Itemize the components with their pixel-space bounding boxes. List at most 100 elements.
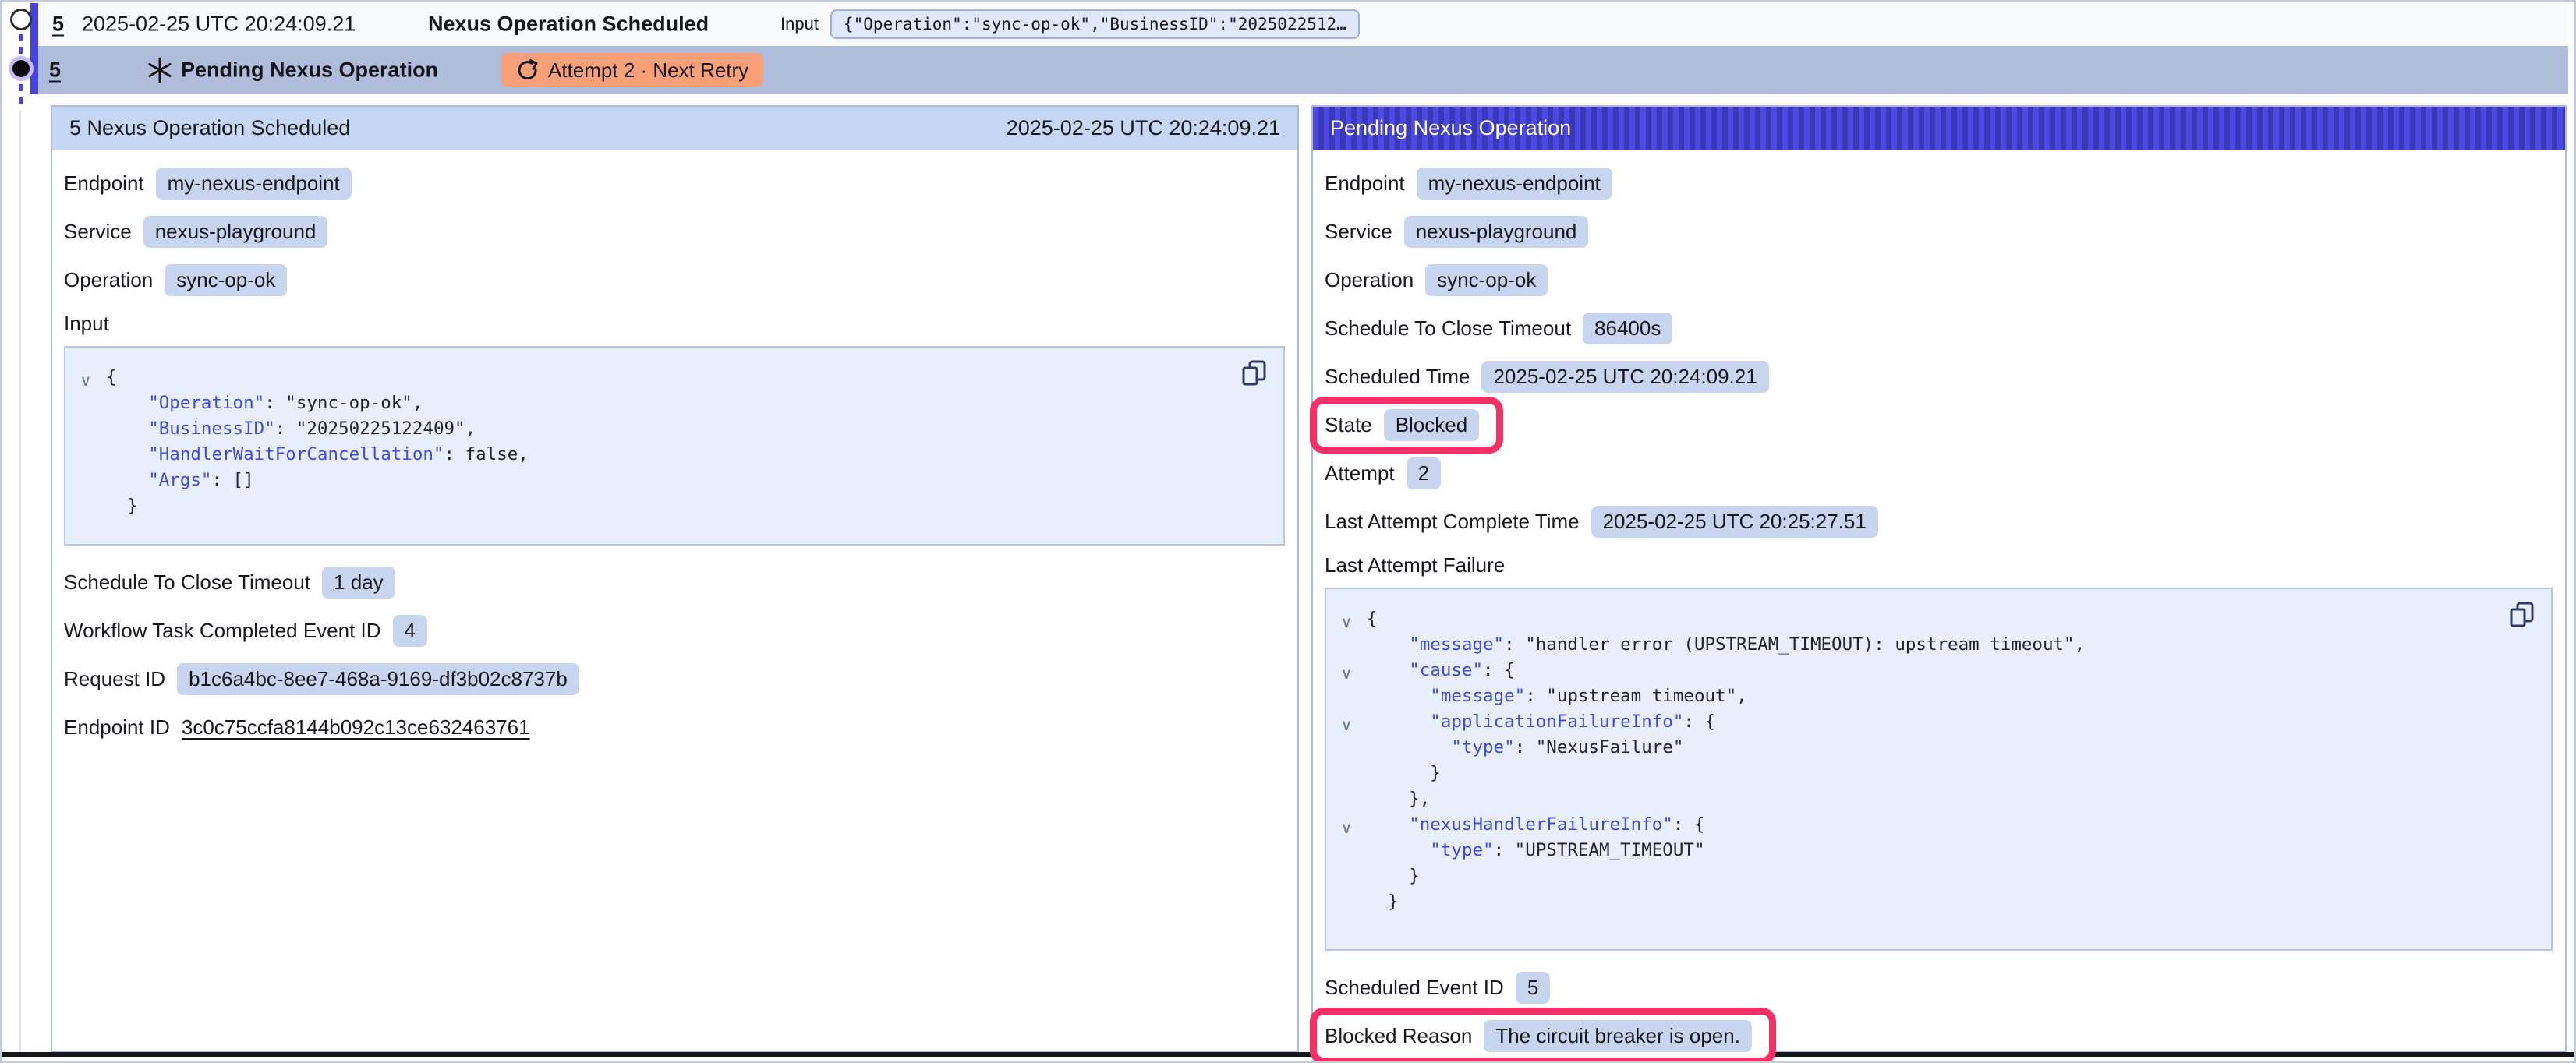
field-list: Scheduled Event ID 5 Blocked Reason The cir…	[1325, 971, 2553, 1063]
field-value-badge: sync-op-ok	[1425, 264, 1548, 296]
field-row-schedule-to-close-timeout: Schedule To Close Timeout 1 day	[64, 566, 1285, 599]
field-value-link[interactable]: 3c0c75ccfa8144b092c13ce632463761	[182, 715, 530, 740]
field-value-badge: 2025-02-25 UTC 20:25:27.51	[1591, 506, 1878, 538]
field-label: Request ID	[64, 667, 165, 691]
annotation-highlight-box: State Blocked	[1310, 397, 1503, 454]
field-label: Endpoint ID	[64, 715, 170, 740]
field-value-badge: 1 day	[322, 567, 395, 599]
event-row-nexus-operation-scheduled[interactable]: 5 2025-02-25 UTC 20:24:09.21 Nexus Opera…	[38, 3, 2568, 44]
json-line: }	[106, 493, 138, 519]
panel-header: Pending Nexus Operation	[1313, 107, 2565, 150]
event-row-pending-nexus-operation[interactable]: 5 Pending Nexus Operation Attempt 2 · Ne…	[38, 46, 2568, 94]
json-line: "message": "handler error (UPSTREAM_TIME…	[1367, 632, 2085, 658]
field-list: Schedule To Close Timeout 1 day Workflow T…	[64, 566, 1285, 744]
event-detail-panel-scheduled: 5 Nexus Operation Scheduled 2025-02-25 U…	[51, 105, 1299, 1052]
timeline-open-circle-icon	[10, 9, 32, 30]
field-value-badge: b1c6a4bc-8ee7-468a-9169-df3b02c8737b	[177, 663, 579, 695]
event-id-link[interactable]: 5	[52, 12, 64, 36]
field-label: Attempt	[1325, 461, 1395, 486]
field-value-badge: Blocked	[1384, 409, 1480, 441]
chevron-down-icon[interactable]: ∨	[1326, 713, 1367, 739]
json-line: {	[1367, 606, 1378, 632]
json-line: "Operation": "sync-op-ok",	[106, 390, 423, 416]
asterisk-icon	[146, 56, 174, 84]
field-label: Blocked Reason	[1325, 1024, 1472, 1048]
json-line: }	[1367, 889, 1399, 915]
field-label: Workflow Task Completed Event ID	[64, 619, 381, 643]
copy-icon[interactable]	[2504, 599, 2539, 633]
field-value-badge: 2	[1407, 457, 1441, 489]
field-row-schedule-to-close-timeout: Schedule To Close Timeout 86400s	[1325, 312, 2553, 345]
field-row-endpoint: Endpoint my-nexus-endpoint	[64, 167, 1285, 200]
field-label: Service	[64, 220, 132, 244]
field-row-operation: Operation sync-op-ok	[1325, 263, 2553, 297]
chevron-down-icon[interactable]: ∨	[65, 369, 106, 394]
field-row-service: Servicenexus-playground	[1325, 215, 2553, 249]
field-label: Scheduled Event ID	[1325, 976, 1504, 1000]
field-value-badge: 86400s	[1583, 313, 1672, 344]
field-value-badge: sync-op-ok	[165, 264, 287, 296]
timeline-dashed-connector	[19, 84, 23, 109]
field-value-badge: my-nexus-endpoint	[156, 168, 352, 200]
annotation-highlight-box: Blocked Reason The circuit breaker is ope…	[1310, 1008, 1776, 1063]
panel-title: 5 Nexus Operation Scheduled	[69, 116, 350, 140]
field-row-blocked-reason: Blocked Reason The circuit breaker is ope…	[1325, 1019, 1752, 1053]
event-timestamp: 2025-02-25 UTC 20:24:09.21	[82, 12, 356, 36]
json-line: "type": "UPSTREAM_TIMEOUT"	[1367, 838, 1705, 863]
chevron-down-icon[interactable]: ∨	[1326, 610, 1367, 636]
json-line: {	[106, 365, 117, 390]
input-json-viewer: ∨{ "Operation": "sync-op-ok", "BusinessI…	[64, 346, 1285, 546]
field-label: Last Attempt Complete Time	[1325, 510, 1580, 534]
field-row-last-attempt-complete-time: Last Attempt Complete Time 2025-02-25 UTC…	[1325, 505, 2553, 539]
field-value-badge: 5	[1516, 972, 1550, 1004]
field-row-workflow-task-completed-event-id: Workflow Task Completed Event ID 4	[64, 614, 1285, 648]
field-value-badge: nexus-playground	[143, 216, 328, 248]
json-line: "cause": {	[1367, 658, 1515, 683]
chevron-down-icon[interactable]: ∨	[1326, 662, 1367, 687]
panel-title: Pending Nexus Operation	[1330, 116, 1571, 140]
timeline-filled-circle-icon	[9, 56, 34, 81]
field-label: Scheduled Time	[1325, 365, 1470, 389]
field-row-scheduled-time: Scheduled Time 2025-02-25 UTC 20:24:09.21	[1325, 360, 2553, 394]
json-line: "Args": []	[106, 468, 254, 493]
field-label: Schedule To Close Timeout	[64, 570, 310, 595]
pending-title: Pending Nexus Operation	[181, 58, 438, 83]
field-row-attempt: Attempt 2	[1325, 457, 2553, 490]
json-line: "type": "NexusFailure"	[1367, 735, 1683, 761]
json-line: }	[1367, 863, 1420, 889]
field-row-state: State Blocked	[1325, 408, 1479, 442]
input-preview-chip[interactable]: {"Operation":"sync-op-ok","BusinessID":"…	[830, 9, 1360, 39]
field-row-endpoint: Endpoint my-nexus-endpoint	[1325, 167, 2553, 200]
json-line: "BusinessID": "20250225122409",	[106, 416, 476, 442]
field-value-badge: my-nexus-endpoint	[1417, 168, 1612, 200]
json-line: }	[1367, 761, 1441, 786]
failure-section-label: Last Attempt Failure	[1325, 553, 2553, 577]
timeline-dashed-connector	[19, 34, 23, 55]
failure-json-viewer: ∨{ "message": "handler error (UPSTREAM_T…	[1325, 588, 2553, 951]
temporal-event-history-view: 5 2025-02-25 UTC 20:24:09.21 Nexus Opera…	[0, 0, 2576, 1063]
event-title: Nexus Operation Scheduled	[428, 12, 709, 36]
json-line: },	[1367, 786, 1430, 812]
attempt-badge-label: Attempt 2 · Next Retry	[548, 58, 748, 83]
field-value-badge: The circuit breaker is open.	[1484, 1020, 1752, 1052]
field-label: Schedule To Close Timeout	[1325, 316, 1571, 341]
timeline-connector-line	[19, 111, 21, 1052]
field-label: Endpoint	[1325, 171, 1405, 196]
field-label: Operation	[64, 268, 153, 292]
field-label: Endpoint	[64, 171, 144, 196]
copy-icon[interactable]	[1237, 357, 1271, 391]
field-value-badge: 2025-02-25 UTC 20:24:09.21	[1481, 361, 1768, 393]
field-value-badge: nexus-playground	[1404, 216, 1589, 248]
chevron-down-icon[interactable]: ∨	[1326, 816, 1367, 842]
field-list: Endpoint my-nexus-endpoint Servicenexus-pl…	[1325, 167, 2553, 539]
field-label: Operation	[1325, 268, 1414, 292]
field-label: State	[1325, 413, 1372, 437]
panel-timestamp: 2025-02-25 UTC 20:24:09.21	[1007, 116, 1280, 140]
field-value-badge: 4	[393, 615, 427, 647]
field-row-operation: Operation sync-op-ok	[64, 263, 1285, 297]
json-line: "applicationFailureInfo": {	[1367, 709, 1715, 735]
input-label: Input	[780, 14, 819, 34]
event-id-link[interactable]: 5	[49, 58, 61, 83]
json-line: "message": "upstream timeout",	[1367, 683, 1747, 709]
input-section-label: Input	[64, 312, 1285, 336]
